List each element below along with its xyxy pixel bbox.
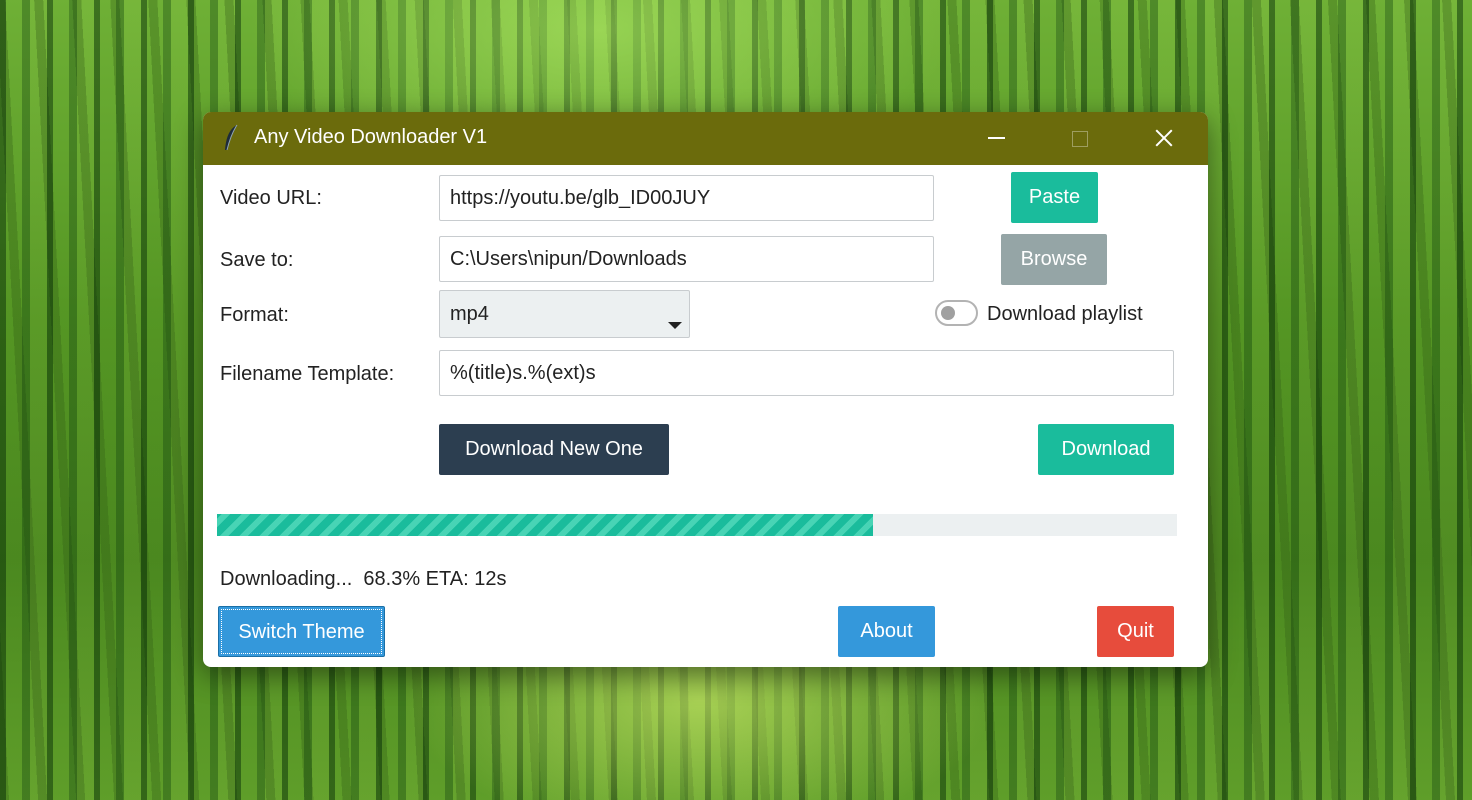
filename-template-input[interactable] bbox=[439, 350, 1174, 396]
progress-fill bbox=[217, 514, 873, 536]
playlist-label[interactable]: Download playlist bbox=[987, 303, 1143, 326]
download-progress-bar bbox=[217, 514, 1177, 536]
app-window: Any Video Downloader V1 Video URL: Paste… bbox=[203, 112, 1208, 667]
video-url-label: Video URL: bbox=[220, 187, 322, 209]
switch-theme-button[interactable]: Switch Theme bbox=[218, 606, 385, 657]
title-bar[interactable]: Any Video Downloader V1 bbox=[203, 112, 1208, 165]
close-icon[interactable] bbox=[1141, 120, 1187, 156]
filename-template-label: Filename Template: bbox=[220, 363, 395, 385]
format-label: Format: bbox=[220, 304, 289, 326]
maximize-icon[interactable] bbox=[1056, 120, 1102, 156]
toggle-knob bbox=[941, 306, 955, 320]
feather-icon bbox=[225, 124, 238, 151]
save-path-input[interactable] bbox=[439, 236, 934, 282]
about-button[interactable]: About bbox=[838, 606, 935, 657]
download-new-button[interactable]: Download New One bbox=[439, 424, 669, 475]
video-url-input[interactable] bbox=[439, 175, 934, 221]
window-title: Any Video Downloader V1 bbox=[254, 126, 488, 148]
minimize-icon[interactable] bbox=[973, 120, 1019, 156]
quit-button[interactable]: Quit bbox=[1097, 606, 1174, 657]
chevron-down-icon[interactable] bbox=[668, 322, 682, 329]
status-text: Downloading... 68.3% ETA: 12s bbox=[220, 568, 507, 590]
format-select[interactable]: mp4 bbox=[439, 290, 690, 338]
save-to-label: Save to: bbox=[220, 249, 294, 271]
paste-button[interactable]: Paste bbox=[1011, 172, 1098, 223]
download-button[interactable]: Download bbox=[1038, 424, 1174, 475]
format-value: mp4 bbox=[450, 303, 489, 325]
browse-button[interactable]: Browse bbox=[1001, 234, 1107, 285]
playlist-toggle[interactable] bbox=[935, 300, 978, 326]
